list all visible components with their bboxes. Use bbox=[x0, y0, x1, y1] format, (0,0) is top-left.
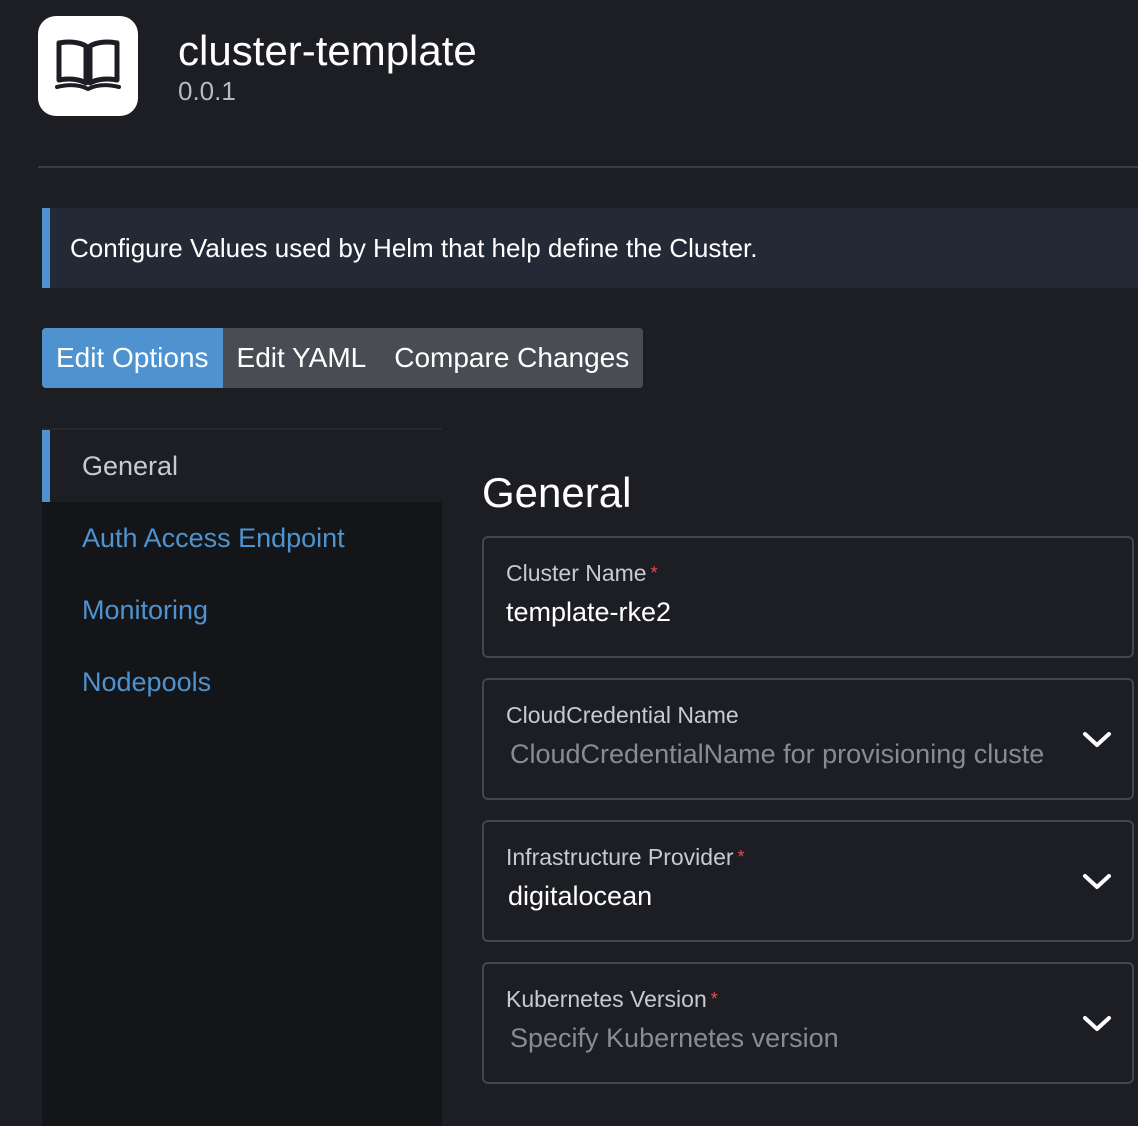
required-marker: * bbox=[737, 847, 745, 867]
tab-edit-yaml[interactable]: Edit YAML bbox=[222, 328, 381, 388]
cluster-name-input[interactable]: template-rke2 bbox=[506, 592, 1110, 632]
cloud-credential-placeholder: CloudCredentialName for provisioning clu… bbox=[510, 739, 1045, 769]
chevron-down-icon[interactable] bbox=[1080, 1008, 1114, 1038]
cluster-name-field[interactable]: Cluster Name * template-rke2 bbox=[482, 536, 1134, 658]
cloud-credential-label-text: CloudCredential Name bbox=[506, 702, 739, 728]
kubernetes-version-label-text: Kubernetes Version bbox=[506, 986, 707, 1012]
info-banner: Configure Values used by Helm that help … bbox=[42, 208, 1138, 288]
required-marker: * bbox=[710, 989, 718, 1009]
chevron-down-icon[interactable] bbox=[1080, 866, 1114, 896]
edit-mode-tabs: Edit Options Edit YAML Compare Changes bbox=[42, 328, 644, 388]
book-icon bbox=[55, 39, 121, 92]
tab-compare-changes[interactable]: Compare Changes bbox=[380, 328, 644, 388]
cluster-name-label-text: Cluster Name bbox=[506, 560, 647, 586]
app-header: cluster-template 0.0.1 bbox=[38, 16, 477, 116]
kubernetes-version-label: Kubernetes Version * bbox=[506, 984, 1110, 1014]
sidenav-item-monitoring[interactable]: Monitoring bbox=[42, 574, 442, 646]
infrastructure-provider-value: digitalocean bbox=[508, 881, 653, 911]
cloud-credential-select[interactable]: CloudCredential Name CloudCredentialName… bbox=[482, 678, 1134, 800]
header-divider bbox=[38, 166, 1138, 168]
sidenav-item-general[interactable]: General bbox=[42, 430, 442, 502]
required-marker: * bbox=[650, 563, 658, 583]
infrastructure-provider-label-text: Infrastructure Provider bbox=[506, 844, 734, 870]
kubernetes-version-select[interactable]: Kubernetes Version * Specify Kubernetes v… bbox=[482, 962, 1134, 1084]
infrastructure-provider-label: Infrastructure Provider * bbox=[506, 842, 1110, 872]
app-title: cluster-template bbox=[178, 27, 477, 74]
app-logo bbox=[38, 16, 138, 116]
cloud-credential-label: CloudCredential Name bbox=[506, 700, 1110, 730]
cluster-name-label: Cluster Name * bbox=[506, 558, 1110, 588]
main-content: General Cluster Name * template-rke2 Clou… bbox=[482, 466, 1138, 1104]
section-title: General bbox=[482, 469, 632, 516]
infrastructure-provider-select[interactable]: Infrastructure Provider * digitalocean bbox=[482, 820, 1134, 942]
sidenav-item-nodepools[interactable]: Nodepools bbox=[42, 646, 442, 718]
kubernetes-version-placeholder: Specify Kubernetes version bbox=[510, 1023, 839, 1053]
app-version: 0.0.1 bbox=[178, 76, 236, 106]
info-banner-text: Configure Values used by Helm that help … bbox=[70, 232, 758, 263]
section-sidenav: General Auth Access Endpoint Monitoring … bbox=[42, 428, 442, 1126]
chevron-down-icon[interactable] bbox=[1080, 724, 1114, 754]
tab-edit-options[interactable]: Edit Options bbox=[42, 328, 223, 388]
sidenav-item-auth-access-endpoint[interactable]: Auth Access Endpoint bbox=[42, 502, 442, 574]
